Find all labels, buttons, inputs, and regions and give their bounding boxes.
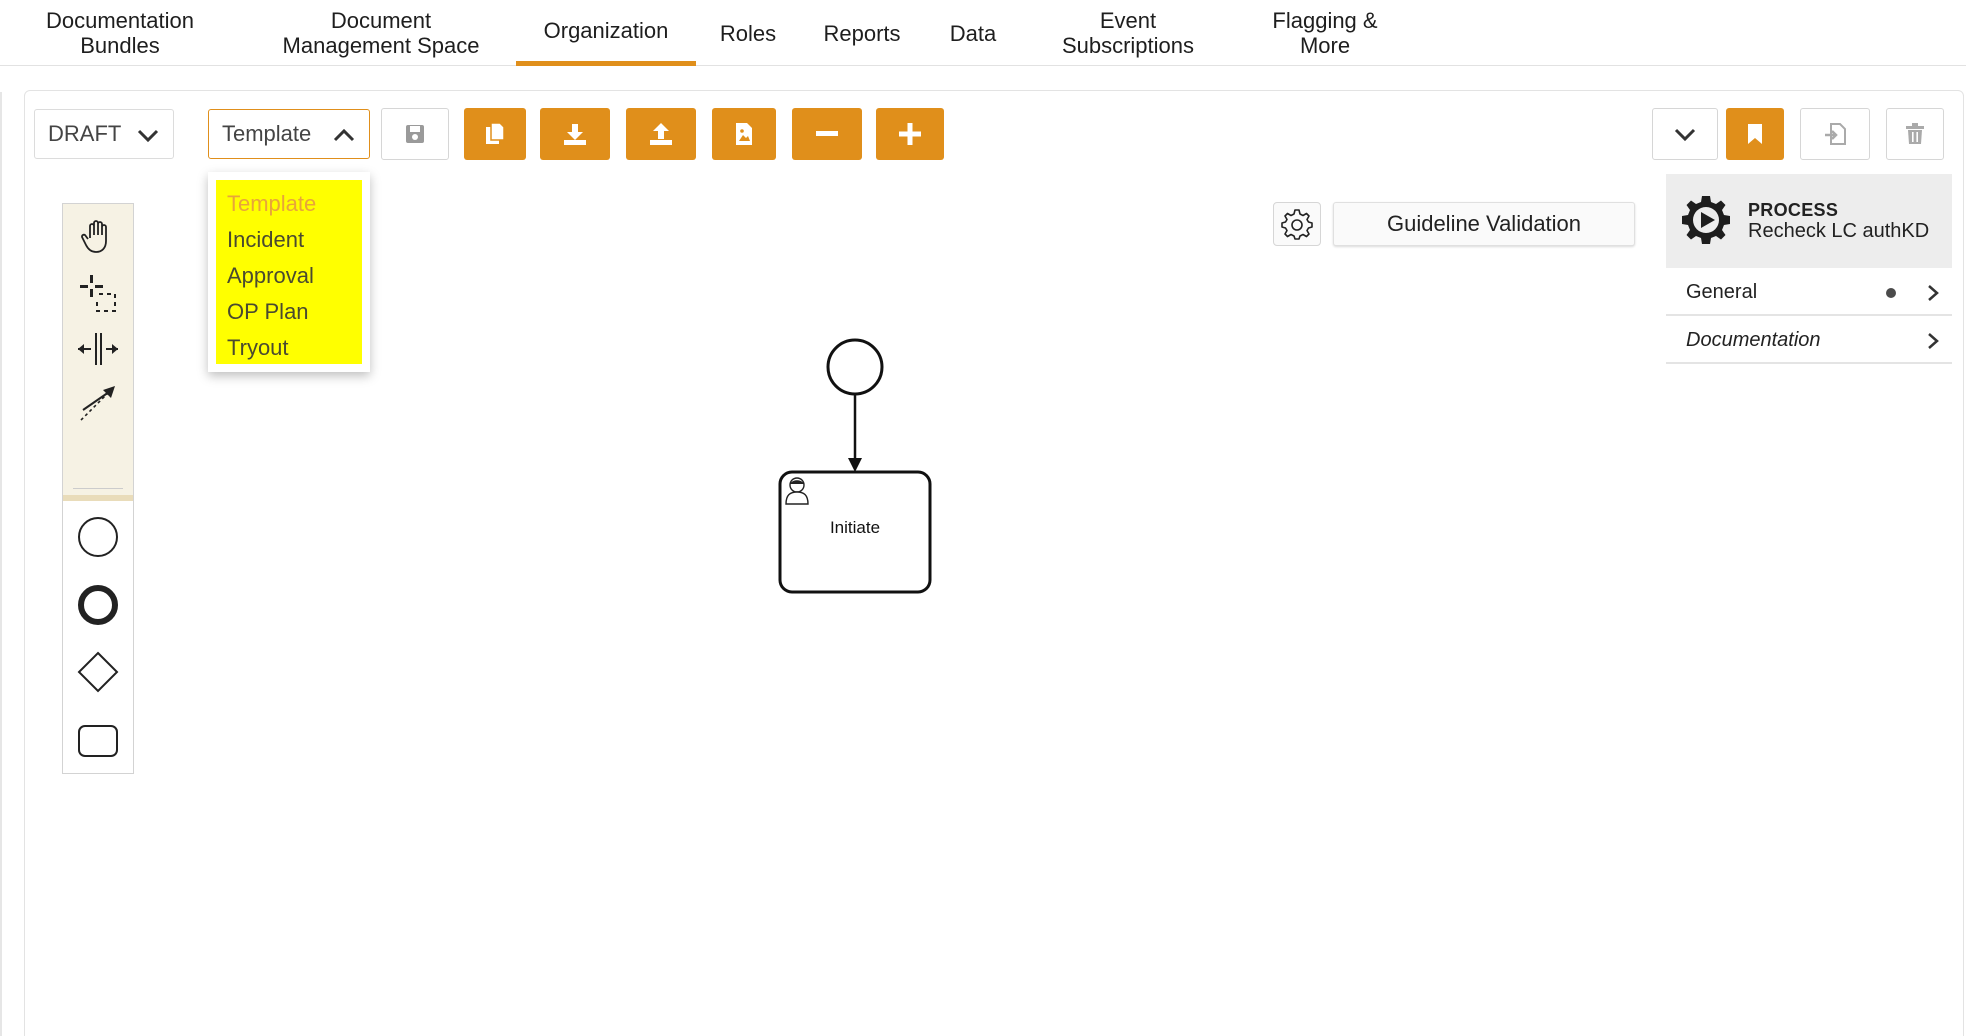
sequence-flow-arrowhead xyxy=(848,458,862,472)
start-event[interactable] xyxy=(826,338,884,396)
task-label: Initiate xyxy=(829,518,881,537)
diagram-canvas xyxy=(778,338,932,594)
